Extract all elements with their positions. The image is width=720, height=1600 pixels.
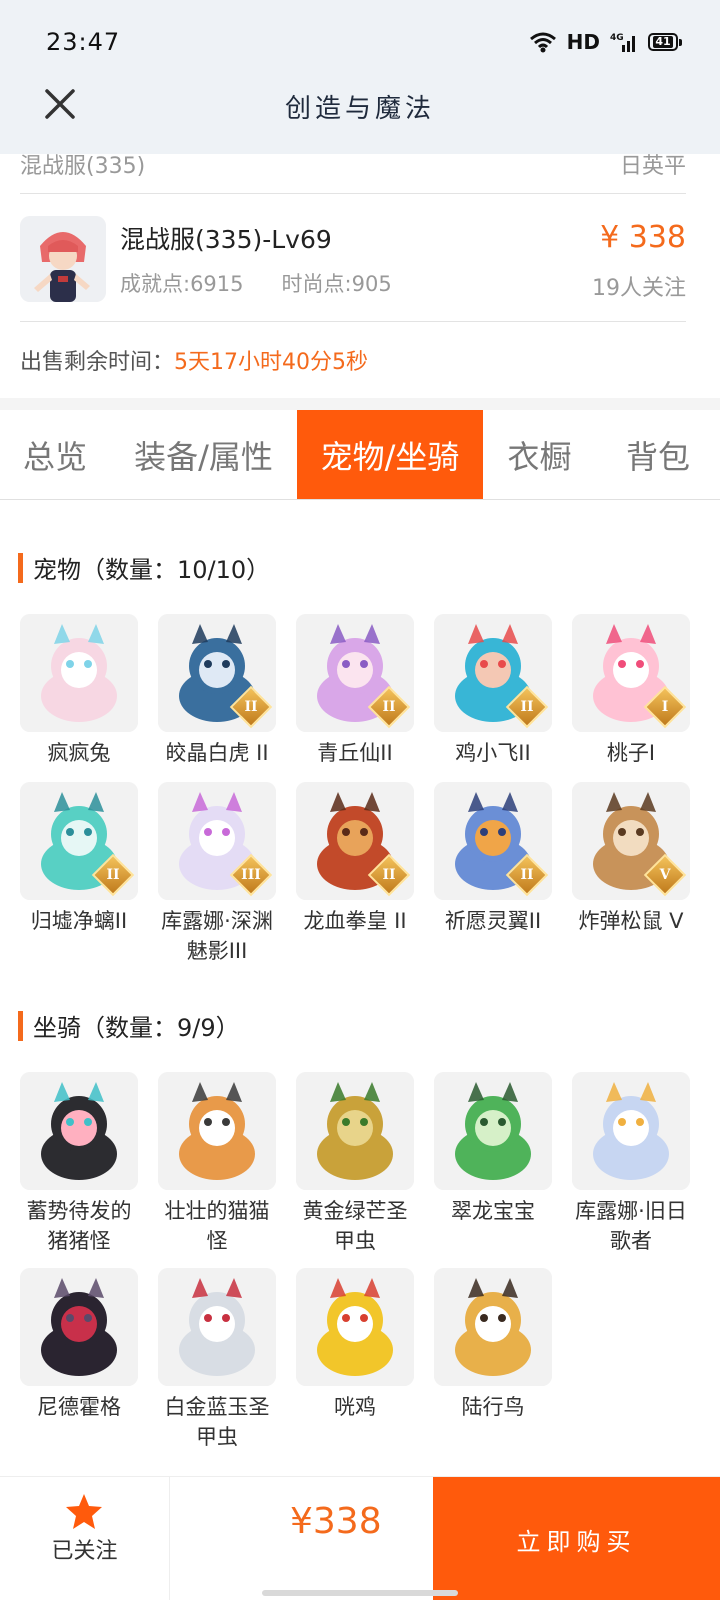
fox-fairy-icon: II — [296, 614, 414, 732]
pet-item[interactable]: II 祈愿灵翼II — [432, 782, 554, 936]
mount-item[interactable]: 黄金绿芒圣甲虫 — [294, 1072, 416, 1256]
status-time: 23:47 — [46, 28, 121, 56]
tiger-icon: II — [158, 614, 276, 732]
mount-item[interactable]: 翠龙宝宝 — [432, 1072, 554, 1226]
fashion-points: 时尚点:905 — [281, 272, 392, 296]
tab-wardrobe[interactable]: 衣橱 — [483, 410, 596, 499]
battery-level: 41 — [653, 35, 673, 48]
pet-name: 归墟净螭II — [30, 909, 128, 933]
pet-item[interactable]: II 皎晶白虎 II — [156, 614, 278, 768]
mount-item[interactable]: 库露娜·旧日歌者 — [570, 1072, 692, 1256]
mounts-title: 坐骑 — [33, 1014, 81, 1042]
pet-item[interactable]: II 归墟净螭II — [18, 782, 140, 936]
pet-name: 桃子I — [606, 741, 656, 765]
follow-label: 已关注 — [51, 1539, 118, 1564]
pet-name: 龙血拳皇 II — [303, 909, 407, 933]
mount-item[interactable]: 白金蓝玉圣甲虫 — [156, 1268, 278, 1452]
pig-icon — [20, 1072, 138, 1190]
mounts-count: （数量：9/9） — [81, 1014, 240, 1042]
home-indicator — [262, 1590, 458, 1596]
water-dragon-icon: II — [20, 782, 138, 900]
character-card[interactable]: 混战服(335)-Lv69 成就点:6915 时尚点:905 ¥ 338 19人… — [20, 196, 686, 322]
tab-equipment[interactable]: 装备/属性 — [110, 410, 297, 499]
character-price: ¥ 338 — [600, 220, 686, 255]
mount-item[interactable]: 尼德霍格 — [18, 1268, 140, 1422]
pet-item[interactable]: 疯疯兔 — [18, 614, 140, 768]
network-label: HD — [566, 30, 600, 54]
character-stats: 成就点:6915 时尚点:905 — [120, 268, 392, 298]
pet-name: 祈愿灵翼II — [444, 909, 542, 933]
black-dragon-icon — [20, 1268, 138, 1386]
pink-cat-icon: I — [572, 614, 690, 732]
squirrel-icon: V — [572, 782, 690, 900]
sale-time: 出售剩余时间：5天17小时40分5秒 — [20, 344, 368, 376]
pets-title: 宠物 — [33, 556, 81, 584]
gold-beetle-icon — [296, 1072, 414, 1190]
mount-item[interactable]: 壮壮的猫猫怪 — [156, 1072, 278, 1256]
rabbit-icon — [20, 614, 138, 732]
tab-bar: 总览 装备/属性 宠物/坐骑 衣橱 背包 — [0, 410, 720, 500]
page-title: 创造与魔法 — [284, 94, 435, 124]
kuluna-icon: III — [158, 782, 276, 900]
cat-icon — [158, 1072, 276, 1190]
top-bar: 23:47 HD 4G 41 创造与魔法 — [0, 0, 720, 154]
pet-name: 鸡小飞II — [455, 741, 531, 765]
ostrich-icon — [434, 1268, 552, 1386]
pet-item[interactable]: II 鸡小飞II — [432, 614, 554, 768]
sale-time-label: 出售剩余时间： — [20, 350, 175, 375]
wifi-icon — [529, 32, 556, 53]
mount-name: 咣鸡 — [334, 1395, 376, 1419]
pets-count: （数量：10/10） — [81, 556, 271, 584]
pet-item[interactable]: V 炸弹松鼠 V — [570, 782, 692, 936]
pet-item[interactable]: III 库露娜·深渊魅影III — [156, 782, 278, 966]
character-name: 混战服(335)-Lv69 — [120, 225, 332, 254]
svg-text:4G: 4G — [610, 33, 624, 43]
white-beetle-icon — [158, 1268, 276, 1386]
green-dragon-icon — [434, 1072, 552, 1190]
mount-name: 黄金绿芒圣甲虫 — [302, 1199, 408, 1253]
mount-item[interactable]: 咣鸡 — [294, 1268, 416, 1422]
buy-now-button[interactable]: 立即购买 — [433, 1477, 720, 1600]
griffin-icon: II — [434, 782, 552, 900]
mount-item[interactable]: 陆行鸟 — [432, 1268, 554, 1422]
bottom-bar: 已关注 ¥338 立即购买 — [0, 1476, 720, 1600]
pet-name: 疯疯兔 — [47, 741, 111, 765]
tab-backpack[interactable]: 背包 — [596, 410, 720, 499]
signal-icon: 4G — [610, 33, 635, 52]
mounts-section-title: 坐骑 （数量：9/9） — [18, 1008, 240, 1043]
mount-name: 蓄势待发的猪猪怪 — [26, 1199, 132, 1253]
sale-time-value: 5天17小时40分5秒 — [174, 350, 368, 375]
mount-item[interactable]: 蓄势待发的猪猪怪 — [18, 1072, 140, 1256]
pet-item[interactable]: I 桃子I — [570, 614, 692, 768]
follow-button[interactable]: 已关注 — [0, 1477, 170, 1600]
mount-name: 壮壮的猫猫怪 — [164, 1199, 270, 1253]
tab-pets-mounts[interactable]: 宠物/坐骑 — [297, 410, 483, 499]
section-divider — [0, 398, 720, 410]
follower-count: 19人关注 — [592, 276, 686, 301]
pet-item[interactable]: II 龙血拳皇 II — [294, 782, 416, 936]
yellow-bird-icon — [296, 1268, 414, 1386]
pets-section-title: 宠物 （数量：10/10） — [18, 550, 270, 585]
mount-name: 陆行鸟 — [461, 1395, 525, 1419]
mount-name: 翠龙宝宝 — [451, 1199, 535, 1223]
pet-name: 青丘仙II — [317, 741, 393, 765]
red-dragon-icon: II — [296, 782, 414, 900]
mount-name: 库露娜·旧日歌者 — [575, 1199, 687, 1253]
mount-name: 白金蓝玉圣甲虫 — [164, 1395, 270, 1449]
battery-icon: 41 — [648, 33, 682, 51]
mount-name: 尼德霍格 — [37, 1395, 121, 1419]
pet-name: 炸弹松鼠 V — [578, 909, 684, 933]
bottom-price: ¥338 — [290, 1501, 382, 1542]
kuluna-singer-icon — [572, 1072, 690, 1190]
pet-name: 库露娜·深渊魅影III — [161, 909, 273, 963]
achievement-points: 成就点:6915 — [120, 272, 244, 296]
tab-overview[interactable]: 总览 — [0, 410, 110, 499]
status-icons: HD 4G 41 — [529, 30, 682, 54]
nav-header: 创造与魔法 — [0, 70, 720, 154]
pet-item[interactable]: II 青丘仙II — [294, 614, 416, 768]
character-avatar — [20, 216, 106, 302]
chick-icon: II — [434, 614, 552, 732]
star-icon — [66, 1494, 102, 1529]
pet-name: 皎晶白虎 II — [165, 741, 269, 765]
